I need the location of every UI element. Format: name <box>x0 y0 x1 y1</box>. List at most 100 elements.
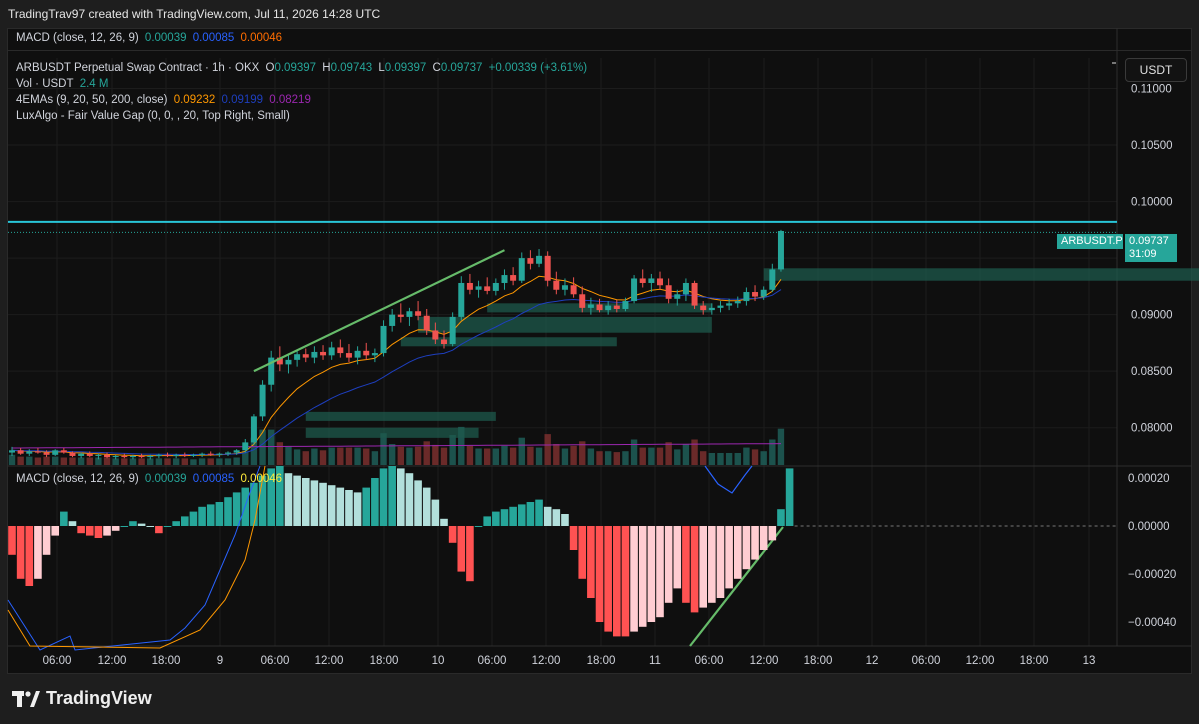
macd-histogram-bar <box>664 526 673 603</box>
macd-histogram-bar <box>742 526 751 570</box>
candle-body <box>570 285 577 295</box>
time-tick-label: 18:00 <box>1020 655 1049 667</box>
macd-histogram-bar <box>155 526 163 534</box>
macd-histogram-bar <box>613 526 621 637</box>
macd-histogram-bar <box>630 526 638 632</box>
macd-histogram-bar <box>301 478 310 526</box>
candle-body <box>294 354 301 360</box>
macd-histogram-bar <box>146 526 155 527</box>
macd-histogram-bar <box>768 526 777 541</box>
candle-body <box>665 285 672 299</box>
candle-body <box>484 286 491 291</box>
macd-histogram-bar <box>699 526 707 608</box>
volume-bar <box>406 447 413 465</box>
candle-body <box>86 453 93 456</box>
volume-bar <box>86 457 93 465</box>
volume-bar <box>285 446 292 465</box>
macd-histogram-bar <box>466 526 474 582</box>
time-tick-label: 18:00 <box>370 655 399 667</box>
low-label: L <box>378 62 385 74</box>
candle-body <box>397 314 404 317</box>
volume-bar <box>34 457 42 465</box>
candle-body <box>674 294 681 299</box>
macd-histogram-bar <box>51 526 59 536</box>
candle-body <box>78 453 85 456</box>
candle-body <box>104 454 111 458</box>
macd-histogram-bar <box>526 502 535 526</box>
volume-bar <box>164 458 171 465</box>
candle-body <box>147 455 154 458</box>
candle-body <box>389 314 396 326</box>
macd-histogram-bar <box>85 526 94 536</box>
volume-bar <box>604 451 612 465</box>
fvg-label: LuxAlgo - Fair Value Gap (0, 0, , 20, To… <box>16 110 290 122</box>
footer-bar <box>0 674 1199 724</box>
macd-histogram-bar <box>120 526 129 527</box>
macd-histogram-bar <box>492 511 500 526</box>
price-tick-label: 0.10500 <box>1131 140 1173 152</box>
candle-body <box>466 282 473 290</box>
volume-bar <box>587 448 595 465</box>
macd-histogram-bar <box>647 526 656 622</box>
candle-body <box>639 278 646 283</box>
macd-histogram-bar <box>345 490 353 526</box>
macd-histogram-bar <box>708 526 716 603</box>
change-value: +0.00339 (+3.61%) <box>488 62 588 74</box>
lower-macd-legend[interactable]: MACD (close, 12, 26, 9) 0.00039 0.00085 … <box>16 473 285 485</box>
volume-bar <box>648 447 655 465</box>
bar-countdown: 31:09 <box>1129 248 1157 260</box>
candle-body <box>553 280 560 290</box>
macd-histogram-bar <box>673 526 682 589</box>
main-legend-symbol[interactable]: ARBUSDT Perpetual Swap Contract · 1h · O… <box>16 62 590 74</box>
macd-line <box>7 465 261 651</box>
candle-body <box>302 354 309 358</box>
volume-bar <box>717 453 724 465</box>
macd-histogram-bar <box>198 506 206 526</box>
volume-bar <box>432 444 439 465</box>
macd-histogram-bar <box>751 526 759 560</box>
candle-body <box>423 315 430 331</box>
volume-bar <box>596 451 603 465</box>
macd-histogram-bar <box>77 526 85 534</box>
macd-histogram-bar <box>362 487 371 526</box>
time-tick-label: 06:00 <box>261 655 290 667</box>
fvg-legend[interactable]: LuxAlgo - Fair Value Gap (0, 0, , 20, To… <box>16 110 293 122</box>
macd-histogram-bar <box>181 516 189 526</box>
tradingview-logo[interactable]: TradingView <box>12 688 152 709</box>
volume-bar <box>224 458 232 465</box>
candle-body <box>734 301 741 304</box>
candle-body <box>259 384 266 417</box>
candle-body <box>225 452 231 454</box>
candle-body <box>26 451 33 454</box>
time-tick-label: 10 <box>432 655 445 667</box>
volume-bar <box>121 458 128 465</box>
candle-body <box>233 450 240 453</box>
candle-body <box>9 450 15 453</box>
time-tick-label: 06:00 <box>695 655 724 667</box>
price-level-line <box>8 220 1117 233</box>
candle-body <box>777 230 784 270</box>
candle-body <box>216 453 223 455</box>
candle-body <box>605 305 612 311</box>
currency-button[interactable]: USDT <box>1125 58 1187 82</box>
volume-bar <box>501 445 508 465</box>
ema-value-3: 0.08219 <box>269 94 311 106</box>
ema-legend[interactable]: 4EMAs (9, 20, 50, 200, close) 0.09232 0.… <box>16 94 314 106</box>
macd-histogram-bar <box>509 506 517 526</box>
macd-tick-label: −0.00040 <box>1128 617 1176 629</box>
candle-body <box>441 339 447 345</box>
volume-bar <box>682 444 690 465</box>
macd-histogram-bar <box>690 526 699 613</box>
candle-body <box>631 278 638 302</box>
macd-histogram-bar <box>68 521 77 526</box>
macd-histogram-bar <box>163 526 172 527</box>
candle-body <box>613 305 620 309</box>
time-tick-label: 18:00 <box>804 655 833 667</box>
volume-bar <box>440 447 448 465</box>
candle-body <box>242 442 249 451</box>
volume-value: 2.4 M <box>79 78 109 90</box>
volume-bar <box>233 457 240 465</box>
candle-body <box>164 454 171 456</box>
volume-legend[interactable]: Vol · USDT 2.4 M <box>16 78 111 90</box>
volume-bar <box>492 448 500 465</box>
